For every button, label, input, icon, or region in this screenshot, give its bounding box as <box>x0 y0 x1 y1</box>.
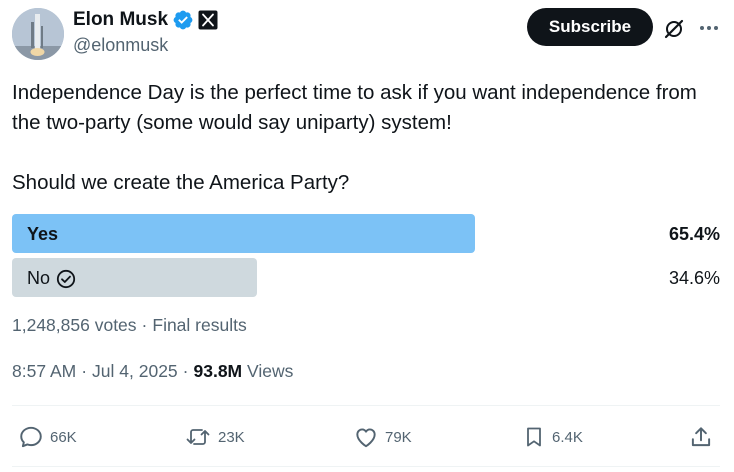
heart-icon <box>356 428 376 448</box>
like-button[interactable]: 79K <box>353 424 412 450</box>
reply-count: 66K <box>50 428 77 446</box>
tweet-text: Independence Day is the perfect time to … <box>12 78 722 198</box>
views-label: Views <box>247 361 294 381</box>
more-icon[interactable] <box>697 16 721 45</box>
poll-option-label: No <box>27 268 51 288</box>
poll-meta: 1,248,856 votes · Final results <box>12 315 247 335</box>
author-name-row[interactable]: Elon Musk <box>73 9 218 31</box>
views-count: 93.8M <box>193 361 243 381</box>
tweet-text-question: Should we create the America Party? <box>12 171 350 194</box>
reply-button[interactable]: 66K <box>18 424 77 450</box>
repost-count: 23K <box>218 428 245 446</box>
tweet-time[interactable]: 8:57 AM <box>12 361 76 381</box>
poll-option-percent-no: 34.6% <box>668 268 720 288</box>
bookmark-button[interactable]: 6.4K <box>522 424 583 450</box>
poll-status: Final results <box>152 315 247 335</box>
bookmark-icon <box>527 427 541 447</box>
verified-badge-icon[interactable] <box>172 9 194 31</box>
avatar[interactable] <box>12 8 64 60</box>
divider <box>12 405 720 406</box>
x-logo-icon[interactable] <box>198 10 218 30</box>
repost-button[interactable]: 23K <box>184 424 245 450</box>
author-handle[interactable]: @elonmusk <box>73 35 168 56</box>
author-display-name[interactable]: Elon Musk <box>73 9 168 31</box>
repost-icon <box>186 429 210 445</box>
bookmark-count: 6.4K <box>552 428 583 446</box>
tweet-meta: 8:57 AM · Jul 4, 2025 · 93.8M Views <box>12 361 294 381</box>
like-count: 79K <box>385 428 412 446</box>
voted-check-icon <box>56 269 76 288</box>
grok-icon[interactable] <box>663 18 685 45</box>
divider <box>12 466 720 467</box>
share-icon <box>691 427 711 447</box>
share-button[interactable] <box>688 424 714 450</box>
subscribe-button[interactable]: Subscribe <box>527 8 653 46</box>
rocket-image <box>12 8 64 60</box>
poll-option-label: Yes <box>27 224 59 244</box>
poll-option-percent-yes: 65.4% <box>668 224 720 244</box>
poll-option-yes: Yes <box>27 224 58 245</box>
poll-option-no: No <box>27 268 76 289</box>
tweet-text-paragraph: Independence Day is the perfect time to … <box>12 81 697 134</box>
poll-bar-yes <box>12 214 475 253</box>
poll-vote-count: 1,248,856 votes <box>12 315 137 335</box>
tweet-date[interactable]: Jul 4, 2025 <box>92 361 178 381</box>
reply-icon <box>20 426 42 448</box>
